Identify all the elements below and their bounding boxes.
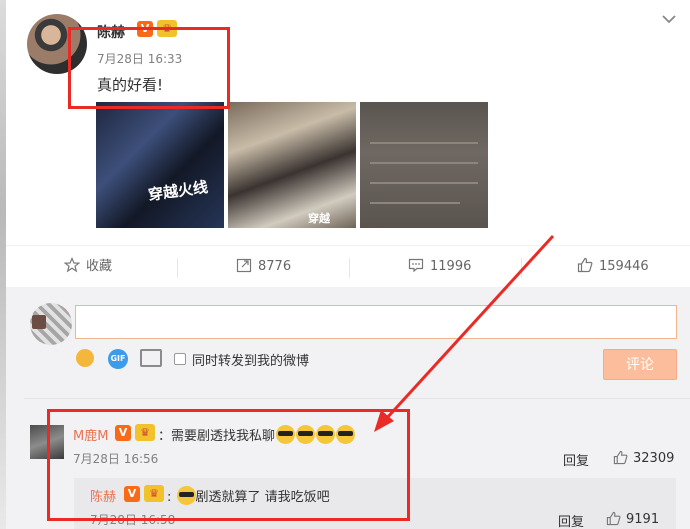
repost-checkbox[interactable] [174,353,186,365]
divider [349,258,350,278]
post-image-thumbnail[interactable]: 穿越 [228,102,356,228]
weibo-post-card: 陈赫 V ♛ 7月28日 16:33 真的好看! 穿越火线 穿越 收藏 8776… [6,0,690,529]
reply-text: : 剧透就算了 请我吃饭吧 [167,486,330,505]
divider [24,398,690,399]
post-action-bar: 收藏 8776 11996 159446 [6,245,690,287]
sunglasses-emoji-icon [316,425,336,444]
thumbnail-caption: 穿越火线 [147,177,210,205]
post-image-thumbnail[interactable]: 穿越火线 [96,102,224,228]
favorite-label: 收藏 [86,259,113,274]
reply-button[interactable]: 回复 [558,511,584,529]
repost-checkbox-label[interactable]: 同时转发到我的微博 [192,350,309,369]
reply-text-body: 剧透就算了 请我吃饭吧 [195,490,330,505]
comment-timestamp: 7月28日 16:56 [73,452,159,466]
thumbs-up-icon [606,511,621,526]
reply-timestamp: 7月28日 16:58 [90,513,176,527]
chevron-down-icon[interactable] [662,12,676,26]
verified-badge-icon: V [115,425,131,441]
thumbs-up-icon [577,257,593,273]
author-avatar[interactable] [27,14,87,74]
commenter-avatar[interactable] [30,425,64,459]
reply-thread: 陈赫 V ♛ : 剧透就算了 请我吃饭吧 7月28日 16:58 回复 9191 [74,478,676,529]
reply-author-name[interactable]: 陈赫 [90,486,116,505]
medal-badge-icon: ♛ [135,424,155,441]
emoji-icon[interactable] [76,349,94,367]
medal-badge-icon: ♛ [144,485,164,502]
star-icon [64,257,80,273]
divider [177,258,178,278]
comment-like-count: 32309 [633,451,675,466]
comment-count: 11996 [430,259,472,274]
thinking-emoji-icon [176,486,196,505]
avatar-pixelated-detail [32,315,46,329]
repost-count: 8776 [258,259,292,274]
reply-like-button[interactable]: 9191 [606,511,659,527]
sunglasses-emoji-icon [276,425,296,444]
post-timestamp[interactable]: 7月28日 16:33 [97,50,182,67]
like-button[interactable]: 159446 [577,246,649,288]
divider [521,258,522,278]
comment-text: ：需要剧透找我私聊 [158,425,356,444]
repost-button[interactable]: 8776 [236,246,291,288]
sunglasses-emoji-icon [296,425,316,444]
post-image-thumbnail[interactable] [360,102,488,228]
comment-button[interactable]: 11996 [408,246,471,288]
verified-badge-icon: V [137,21,153,37]
reply-button[interactable]: 回复 [563,450,589,469]
medal-badge-icon: ♛ [157,20,177,37]
favorite-button[interactable]: 收藏 [64,246,112,288]
repost-icon [236,258,252,273]
comment-input[interactable] [75,305,677,339]
commenter-name[interactable]: M鹿M [73,425,108,444]
comment-icon [408,258,424,273]
thumbnail-caption: 穿越 [308,212,330,225]
comment-section: GIF 同时转发到我的微博 评论 M鹿M V ♛ ：需要剧透找我私聊 7月28日… [6,287,690,529]
author-name[interactable]: 陈赫 [97,22,125,42]
sunglasses-emoji-icon [336,425,356,444]
post-text: 真的好看! [97,76,164,94]
like-count: 159446 [599,259,649,274]
verified-badge-icon: V [124,486,140,502]
comment-text-body: ：需要剧透找我私聊 [158,429,276,444]
reply-like-count: 9191 [626,512,660,527]
thumbs-up-icon [613,450,628,465]
submit-comment-button[interactable]: 评论 [603,349,677,380]
comment-like-button[interactable]: 32309 [613,450,674,466]
gif-icon[interactable]: GIF [108,349,128,369]
image-icon[interactable] [140,349,162,367]
